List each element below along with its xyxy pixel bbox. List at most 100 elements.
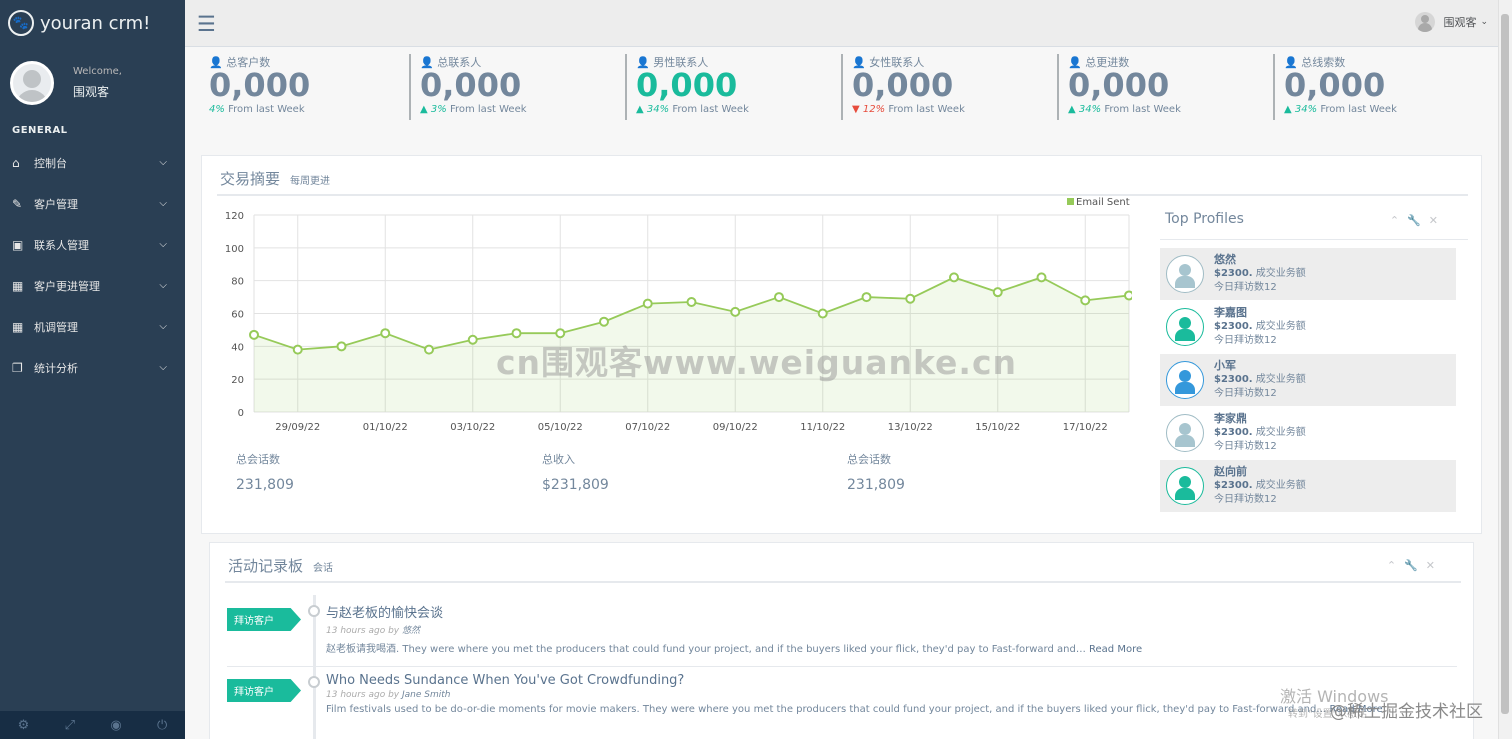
- eye-slash-icon[interactable]: ◉: [110, 718, 121, 733]
- profile: Welcome, 围观客: [0, 46, 185, 120]
- activity-tag: 拜访客户: [227, 679, 301, 702]
- timeline-dot: [308, 676, 320, 688]
- menu-toggle-icon[interactable]: ☰: [197, 12, 216, 36]
- stat-value: 0,000: [209, 66, 311, 104]
- chevron-up-icon[interactable]: ⌃: [1387, 559, 1396, 572]
- chevron-down-icon: ⌄: [1480, 17, 1488, 27]
- y-tick-label: 100: [225, 244, 244, 255]
- scrollbar-thumb[interactable]: [1501, 14, 1509, 714]
- data-point: [249, 329, 259, 340]
- top-navbar: ☰ 围观客 ⌄: [185, 0, 1498, 47]
- profile-visits: 今日拜访数12: [1214, 494, 1277, 505]
- activity-tag: 拜访客户: [227, 608, 301, 631]
- chevron-down-icon: ⌵: [159, 362, 167, 373]
- stat-value: 0,000: [1284, 66, 1386, 104]
- sidebar-item-contacts[interactable]: ▣ 联系人管理 ⌵: [0, 224, 185, 265]
- activity-author[interactable]: 悠然: [402, 626, 420, 636]
- stat-change: 34%: [1294, 104, 1318, 115]
- x-tick-label: 29/09/22: [275, 422, 320, 433]
- x-tick-label: 07/10/22: [625, 422, 670, 433]
- read-more-link[interactable]: Read More: [1089, 644, 1142, 655]
- data-point: [949, 272, 959, 283]
- sidebar-item-dashboard[interactable]: ⌂ 控制台 ⌵: [0, 142, 185, 183]
- profile-list-item[interactable]: 悠然 $2300. 成交业务额 今日拜访数12: [1160, 248, 1456, 300]
- activity-title[interactable]: Who Needs Sundance When You've Got Crowd…: [326, 673, 1446, 688]
- chevron-down-icon: ⌵: [159, 280, 167, 291]
- profile-avatar: [1166, 467, 1204, 505]
- close-icon[interactable]: ✕: [1426, 559, 1435, 572]
- activity-body: 赵老板请我喝酒. They were where you met the pro…: [326, 644, 1086, 655]
- summary-item: 总会话数 231,809: [847, 451, 905, 493]
- data-point: [642, 298, 653, 309]
- chevron-up-icon[interactable]: ⌃: [1390, 214, 1399, 227]
- stat-value: 0,000: [636, 66, 738, 104]
- activity-title[interactable]: 与赵老板的愉快会谈: [326, 602, 1446, 621]
- profile-name: 李嘉图: [1214, 306, 1247, 319]
- wrench-icon[interactable]: 🔧: [1404, 559, 1418, 572]
- data-point: [380, 328, 391, 339]
- activity-separator: [227, 666, 1457, 667]
- sidebar-item-label: 客户管理: [34, 197, 78, 211]
- stat-suffix: From last Week: [672, 104, 749, 115]
- user-menu-name: 围观客: [1443, 16, 1477, 29]
- fullscreen-icon[interactable]: ⤢: [65, 718, 75, 733]
- data-point: [467, 334, 478, 345]
- x-tick-label: 01/10/22: [363, 422, 408, 433]
- caret-up-icon: ▲: [1284, 104, 1292, 115]
- summary-value: $231,809: [542, 477, 609, 493]
- close-icon[interactable]: ✕: [1429, 214, 1438, 227]
- panel-subtitle: 会话: [313, 563, 334, 574]
- profile-desc: 成交业务额: [1255, 374, 1306, 385]
- stat-tile: 👤 总客户数 0,000 4% From last Week: [200, 54, 410, 120]
- stat-tile: 👤 总更进数 0,000 ▲ 34% From last Week: [1057, 54, 1267, 120]
- activity-body: Film festivals used to be do-or-die mome…: [326, 704, 1327, 715]
- profile-list-item[interactable]: 小军 $2300. 成交业务额 今日拜访数12: [1160, 354, 1456, 406]
- chevron-down-icon: ⌵: [159, 239, 167, 250]
- profile-avatar: [1166, 308, 1204, 346]
- activity-panel: 活动记录板 会话 ⌃ 🔧 ✕ 拜访客户 与赵老板的愉快会谈 13 hours ag…: [209, 542, 1474, 739]
- stat-change: 3%: [430, 104, 447, 115]
- brand[interactable]: 🐾 youran crm!: [0, 0, 185, 46]
- caret-up-icon: ▲: [636, 104, 644, 115]
- stat-tile: 👤 总联系人 0,000 ▲ 3% From last Week: [409, 54, 619, 120]
- data-point: [817, 308, 828, 319]
- activity-time: 13 hours ago by: [326, 690, 400, 700]
- table-icon: ▦: [12, 319, 24, 334]
- x-tick-label: 09/10/22: [713, 422, 758, 433]
- edit-icon: ✎: [12, 196, 23, 211]
- profile-name: 小军: [1214, 359, 1236, 372]
- data-point: [992, 287, 1003, 298]
- chart-area: 0 20 40 60 80 100 120 29/09/22 01/10/22 03/10/22 0…: [217, 196, 1132, 436]
- panel-divider: [225, 581, 1461, 583]
- caret-down-icon: ▼: [852, 104, 860, 115]
- sidebar-item-opportunities[interactable]: ▦ 机调管理 ⌵: [0, 306, 185, 347]
- data-point: [424, 344, 434, 355]
- profile-list-item[interactable]: 赵向前 $2300. 成交业务额 今日拜访数12: [1160, 460, 1456, 512]
- data-point: [730, 306, 741, 317]
- activity-author[interactable]: Jane Smith: [402, 690, 451, 700]
- user-menu[interactable]: 围观客 ⌄: [1415, 12, 1488, 32]
- sidebar-item-followups[interactable]: ▦ 客户更进管理 ⌵: [0, 265, 185, 306]
- menu-section-label: GENERAL: [12, 125, 68, 136]
- gear-icon[interactable]: ⚙: [18, 718, 30, 733]
- summary-label: 总收入: [542, 453, 575, 466]
- sidebar-footer: ⚙ ⤢ ◉ ⏻: [0, 711, 185, 739]
- table-icon: ▦: [12, 278, 24, 293]
- wrench-icon[interactable]: 🔧: [1407, 214, 1421, 227]
- sidebar-item-customers[interactable]: ✎ 客户管理 ⌵: [0, 183, 185, 224]
- profile-list-item[interactable]: 李家鼎 $2300. 成交业务额 今日拜访数12: [1160, 407, 1456, 459]
- sidebar-item-analytics[interactable]: ❐ 统计分析 ⌵: [0, 347, 185, 388]
- power-icon[interactable]: ⏻: [157, 718, 167, 733]
- home-icon: ⌂: [12, 155, 20, 170]
- profile-name: 悠然: [1214, 253, 1236, 266]
- y-tick-label: 40: [231, 342, 244, 353]
- page-scrollbar[interactable]: [1498, 0, 1512, 739]
- desktop-icon: ▣: [12, 237, 24, 252]
- y-tick-label: 20: [231, 375, 244, 386]
- x-tick-label: 03/10/22: [450, 422, 495, 433]
- timeline-dot: [308, 605, 320, 617]
- stat-tile: 👤 女性联系人 0,000 ▼ 12% From last Week: [841, 54, 1051, 120]
- legend-swatch: [1067, 198, 1074, 205]
- profile-list-item[interactable]: 李嘉图 $2300. 成交业务额 今日拜访数12: [1160, 301, 1456, 353]
- profile-visits: 今日拜访数12: [1214, 441, 1277, 452]
